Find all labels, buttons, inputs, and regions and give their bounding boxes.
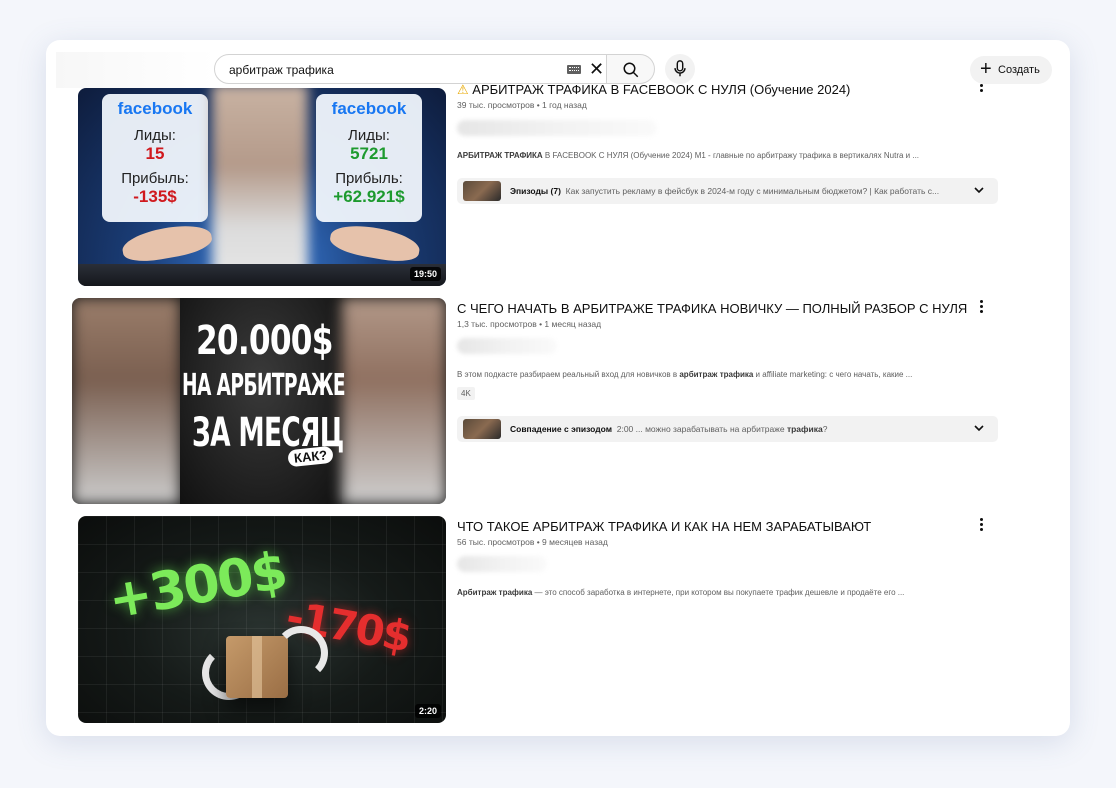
chapter-label: Эпизоды (7) [510,186,561,196]
cycle-arrow-icon [274,626,328,680]
plus-icon: + [980,58,992,80]
voice-search-button[interactable] [665,54,695,84]
chapters-row[interactable]: Эпизоды (7) Как запустить рекламу в фейс… [457,178,998,204]
chapter-summary-end: ? [822,424,828,434]
video-title-text: АРБИТРАЖ ТРАФИКА В FACEBOOK С НУЛЯ (Обуч… [472,82,851,97]
stats-card-right: facebook Лиды: 5721 Прибыль: +62.921$ [316,94,422,222]
chapter-thumbnail [463,181,501,201]
video-description: АРБИТРАЖ ТРАФИКА В FACEBOOK С НУЛЯ (Обуч… [457,151,919,160]
description-text: В FACEBOOK С НУЛЯ (Обучение 2024) M1 - г… [542,151,920,160]
chapter-text: Эпизоды (7) Как запустить рекламу в фейс… [510,186,939,196]
search-input[interactable] [227,61,561,79]
search-icon [623,62,639,78]
description-highlight: АРБИТРАЖ ТРАФИКА [457,151,543,160]
chapter-thumbnail [463,419,501,439]
leads-label: Лиды: [348,127,390,144]
create-label: Создать [998,64,1040,76]
browser-frame: ✕ + Создать facebook Лиды: 15 Прибыль: [46,40,1070,736]
facebook-logo: facebook [331,99,407,118]
duration-badge: 2:20 [414,704,441,718]
chevron-down-icon[interactable] [972,421,986,435]
video-title[interactable]: ЧТО ТАКОЕ АРБИТРАЖ ТРАФИКА И КАК НА НЕМ … [457,519,871,534]
keyboard-icon[interactable] [567,65,581,74]
chapter-label: Совпадение с эпизодом [510,424,612,434]
hand-left [120,220,214,266]
channel-name-blurred[interactable] [457,556,547,572]
description-highlight: Арбитраж трафика [457,588,533,597]
create-button[interactable]: + Создать [970,56,1052,84]
chapter-highlight: трафика [786,424,823,434]
quality-badge: 4K [457,387,475,400]
leads-value: 15 [145,144,165,163]
thumbnail-line: НА АРБИТРАЖЕ [182,368,346,403]
video-thumbnail[interactable]: 20.000$ НА АРБИТРАЖЕ ЗА МЕСЯЦ КАК? [72,298,446,504]
stats-card-left: facebook Лиды: 15 Прибыль: -135$ [102,94,208,222]
video-title[interactable]: С ЧЕГО НАЧАТЬ В АРБИТРАЖЕ ТРАФИКА НОВИЧК… [457,301,967,316]
more-actions-icon[interactable] [976,518,986,534]
video-description: Арбитраж трафика — это способ заработка … [457,588,904,597]
profit-label: Прибыль: [335,170,403,187]
logo-area [56,52,216,88]
video-meta: 39 тыс. просмотров • 1 год назад [457,100,587,110]
video-thumbnail[interactable]: +300$ -170$ 2:20 [78,516,446,723]
description-highlight: арбитраж трафика [679,370,754,379]
clear-search-icon[interactable]: ✕ [589,59,604,79]
description-text: В этом подкасте разбираем реальный вход … [457,370,680,379]
channel-name-blurred[interactable] [457,338,557,354]
search-box[interactable]: ✕ [214,54,607,84]
chevron-down-icon[interactable] [972,183,986,197]
thumbnail-amount: 20.000$ [196,318,333,364]
more-actions-icon[interactable] [976,300,986,316]
microphone-icon [674,60,686,77]
search-button[interactable] [607,54,655,84]
video-meta: 56 тыс. просмотров • 9 месяцев назад [457,537,608,547]
video-title[interactable]: ⚠ АРБИТРАЖ ТРАФИКА В FACEBOOK С НУЛЯ (Об… [457,82,850,98]
warning-icon: ⚠ [457,82,469,97]
blurred-person [342,298,446,504]
profit-value: +62.921$ [333,187,405,206]
blurred-person [212,88,308,286]
profit-label: Прибыль: [121,170,189,187]
chapter-match-row[interactable]: Совпадение с эпизодом 2:00 ... можно зар… [457,416,998,442]
more-actions-icon[interactable] [976,84,986,100]
desk [78,264,446,286]
description-text: — это способ заработка в интернете, при … [532,588,905,597]
video-description: В этом подкасте разбираем реальный вход … [457,370,912,379]
chapter-summary: 2:00 ... можно зарабатывать на арбитраже [616,424,787,434]
facebook-logo: facebook [117,99,193,118]
video-meta: 1,3 тыс. просмотров • 1 месяц назад [457,319,602,329]
video-thumbnail[interactable]: facebook Лиды: 15 Прибыль: -135$ faceboo… [78,88,446,286]
blurred-person [72,298,180,504]
chapter-summary: Как запустить рекламу в фейсбук в 2024-м… [565,186,940,196]
leads-label: Лиды: [134,127,176,144]
chapter-text: Совпадение с эпизодом 2:00 ... можно зар… [510,424,827,434]
profit-value: -135$ [133,187,177,206]
description-text: и affiliate marketing: с чего начать, ка… [753,370,913,379]
leads-value: 5721 [350,144,388,163]
channel-name-blurred[interactable] [457,120,657,136]
hand-right [328,220,422,266]
duration-badge: 19:50 [409,267,441,281]
